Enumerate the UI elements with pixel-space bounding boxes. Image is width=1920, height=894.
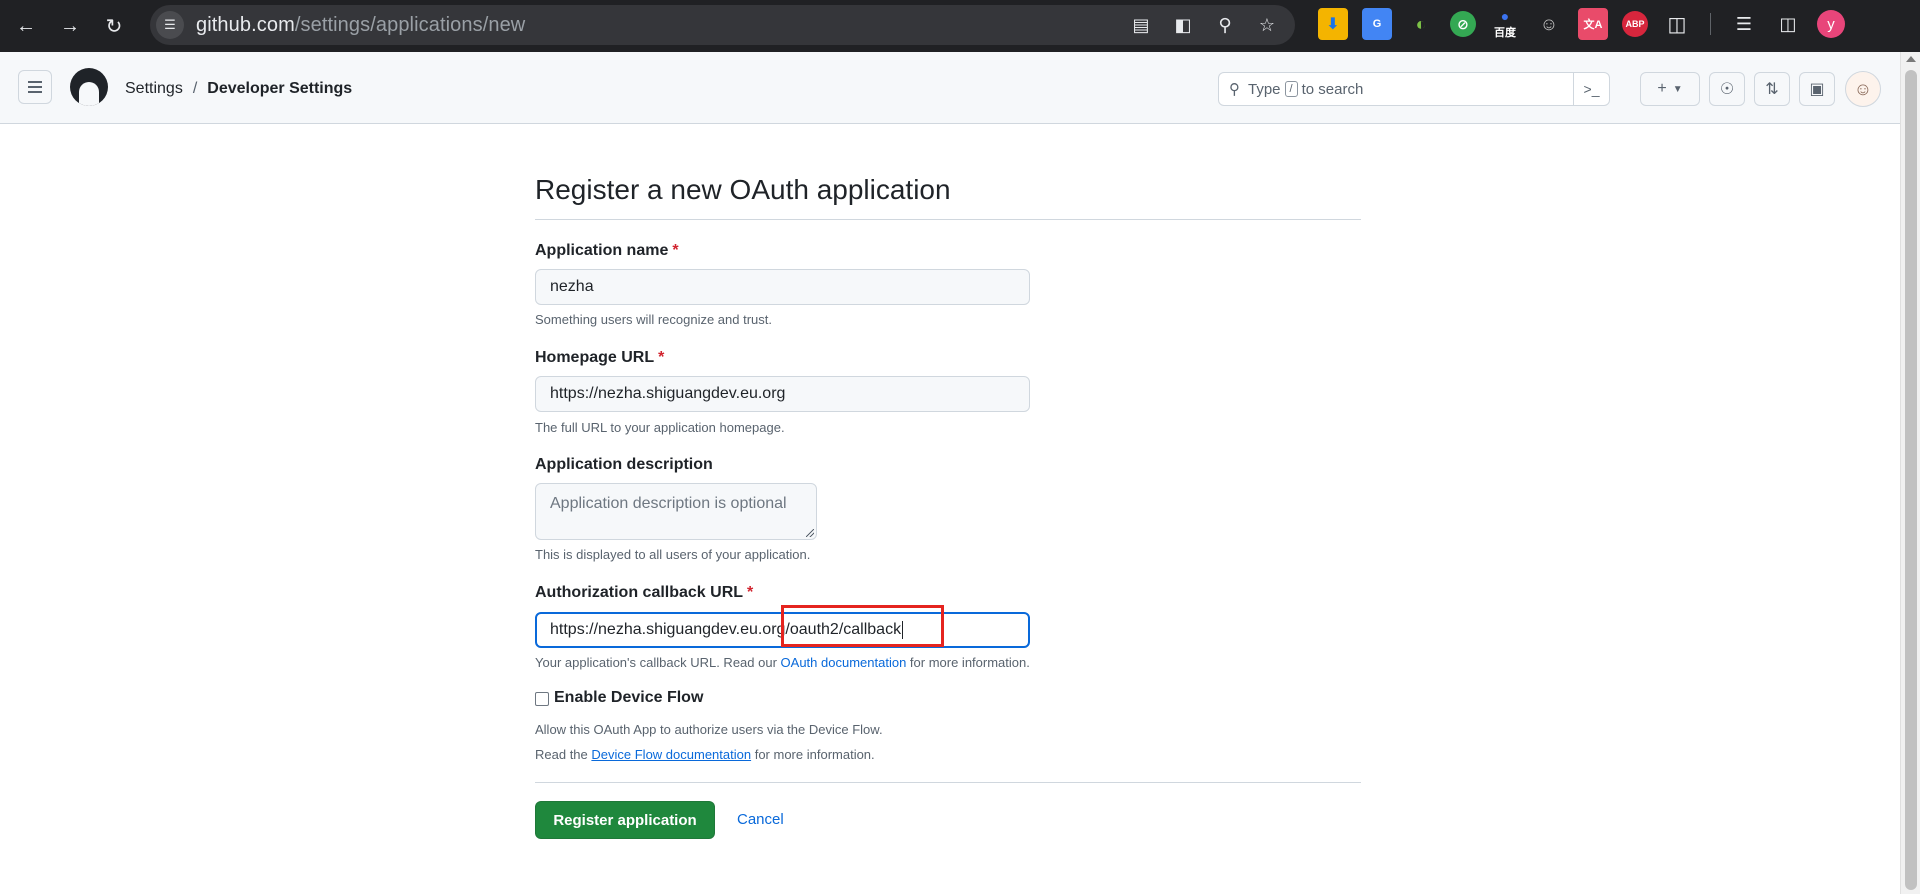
url-host: github.com	[196, 13, 295, 36]
description-textarea[interactable]: Application description is optional	[535, 483, 817, 540]
command-palette-icon[interactable]: >_	[1573, 73, 1609, 105]
inbox-icon[interactable]: ▣	[1799, 72, 1835, 106]
highlight-annotation	[781, 605, 944, 647]
page-scrollbar[interactable]	[1900, 52, 1920, 894]
url-text[interactable]: github.com/settings/applications/new	[196, 14, 525, 37]
search-prefix: Type	[1248, 80, 1281, 98]
callback-label: Authorization callback URL *	[535, 584, 753, 602]
breadcrumb-developer-settings[interactable]: Developer Settings	[207, 80, 352, 98]
issues-icon[interactable]: ☉	[1709, 72, 1745, 106]
callback-hint-suffix: for more information.	[909, 655, 1030, 670]
chevron-down-icon: ▼	[1672, 83, 1683, 95]
install-app-icon[interactable]: ▤	[1129, 11, 1153, 39]
back-arrow-icon[interactable]: ←	[10, 10, 42, 42]
app-name-input[interactable]: nezha	[535, 269, 1030, 305]
required-mark: *	[658, 349, 665, 366]
search-input[interactable]: ⚲ Type / to search >_	[1218, 72, 1610, 106]
create-new-button[interactable]: + ▼	[1640, 72, 1700, 106]
app-name-hint: Something users will recognize and trust…	[535, 312, 773, 327]
adblock-plus-icon[interactable]: ABP	[1622, 11, 1648, 37]
browser-toolbar: ← → ↻ ☰ github.com/settings/applications…	[0, 0, 1920, 52]
github-header: Settings / Developer Settings ⚲ Type / t…	[0, 52, 1900, 124]
device-flow-hint: Allow this OAuth App to authorize users …	[535, 722, 883, 737]
device-flow-doc-hint: Read the Device Flow documentation for m…	[535, 747, 875, 762]
reading-list-icon[interactable]: ☰	[1729, 8, 1759, 40]
forward-arrow-icon[interactable]: →	[54, 10, 86, 42]
breadcrumb-separator: /	[192, 80, 198, 97]
side-panel-icon[interactable]: ◫	[1773, 8, 1803, 40]
callback-label-text: Authorization callback URL	[535, 584, 744, 601]
page-title: Register a new OAuth application	[535, 174, 951, 205]
baidu-icon[interactable]: ● 百度	[1490, 8, 1520, 40]
description-placeholder: Application description is optional	[550, 495, 787, 512]
breadcrumb-settings[interactable]: Settings	[125, 80, 183, 98]
site-info-icon[interactable]: ☰	[156, 11, 184, 39]
device-flow-doc-suffix: for more information.	[754, 747, 875, 762]
description-label: Application description	[535, 456, 713, 473]
pull-requests-icon[interactable]: ⇅	[1754, 72, 1790, 106]
homepage-label-text: Homepage URL	[535, 349, 655, 366]
reload-icon[interactable]: ↻	[98, 10, 130, 42]
extensions-puzzle-icon[interactable]: ◫	[1662, 8, 1692, 40]
search-icon: ⚲	[1229, 81, 1240, 98]
bookmark-star-icon[interactable]: ☆	[1255, 11, 1279, 39]
oauth-documentation-link[interactable]: OAuth documentation	[781, 655, 907, 670]
breadcrumb: Settings / Developer Settings	[125, 80, 352, 98]
device-flow-checkbox[interactable]	[535, 692, 549, 706]
app-name-label-text: Application name	[535, 242, 669, 259]
homepage-hint: The full URL to your application homepag…	[535, 420, 785, 435]
homepage-label: Homepage URL *	[535, 349, 664, 367]
download-ext-icon[interactable]: ⬇	[1318, 8, 1348, 40]
device-flow-documentation-link[interactable]: Device Flow documentation	[591, 747, 751, 762]
translate-cn-icon[interactable]: 文A	[1578, 8, 1608, 40]
menu-icon[interactable]	[18, 70, 52, 104]
device-flow-label[interactable]: Enable Device Flow	[554, 689, 703, 707]
profile-avatar[interactable]: y	[1817, 10, 1845, 38]
scroll-up-icon[interactable]	[1906, 56, 1916, 62]
homepage-url-input[interactable]: https://nezha.shiguangdev.eu.org	[535, 376, 1030, 412]
title-divider	[535, 219, 1361, 220]
app-name-label: Application name *	[535, 242, 679, 260]
address-bar[interactable]: ☰ github.com/settings/applications/new ▤…	[150, 5, 1295, 45]
github-logo-icon[interactable]	[70, 68, 108, 106]
zoom-icon[interactable]: ⚲	[1213, 11, 1237, 39]
resize-handle-icon[interactable]	[806, 529, 814, 537]
search-suffix: to search	[1301, 80, 1364, 98]
face-ext-icon[interactable]: ☺	[1534, 8, 1564, 40]
edge-ext-icon[interactable]: ◐	[1406, 8, 1436, 40]
translate-page-icon[interactable]: ◧	[1171, 11, 1195, 39]
callback-hint-prefix: Your application's callback URL. Read ou…	[535, 655, 777, 670]
cancel-link[interactable]: Cancel	[737, 811, 784, 828]
google-translate-icon[interactable]: G	[1362, 8, 1392, 40]
scroll-thumb[interactable]	[1905, 70, 1917, 890]
required-mark: *	[672, 242, 679, 259]
form-divider	[535, 782, 1361, 783]
url-path: /settings/applications/new	[294, 13, 526, 36]
device-flow-doc-prefix: Read the	[535, 747, 588, 762]
required-mark: *	[747, 584, 754, 601]
description-hint: This is displayed to all users of your a…	[535, 547, 811, 562]
search-shortcut-key: /	[1284, 81, 1298, 97]
user-avatar[interactable]: ☺	[1845, 71, 1881, 107]
callback-hint: Your application's callback URL. Read ou…	[535, 655, 1030, 670]
register-application-button[interactable]: Register application	[535, 801, 715, 839]
leaf-ext-icon[interactable]: ⊘	[1450, 11, 1476, 37]
